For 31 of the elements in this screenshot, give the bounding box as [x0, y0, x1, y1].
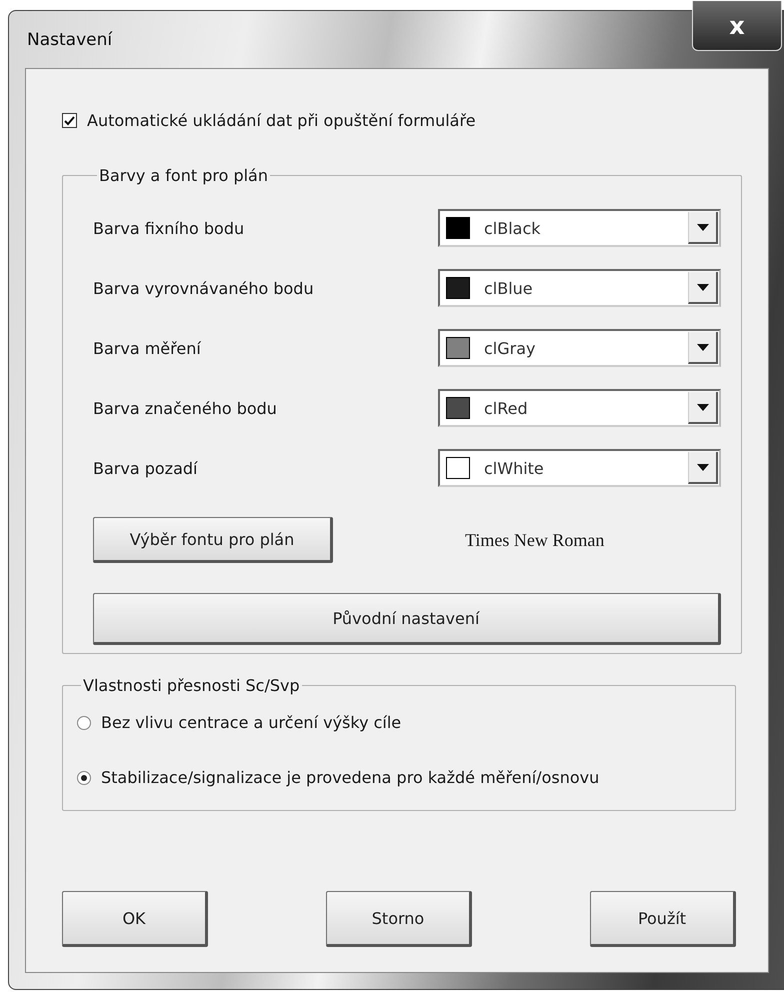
field-label: Barva fixního bodu [93, 218, 244, 238]
color-dropdown[interactable]: clRed [438, 389, 721, 427]
button[interactable]: Storno [326, 891, 472, 947]
group-title: Vlastnosti přesnosti Sc/Svp [82, 676, 301, 695]
button[interactable]: Použít [590, 891, 736, 947]
radio-button[interactable] [77, 770, 91, 784]
dropdown-arrow-icon[interactable] [696, 284, 708, 290]
dropdown-arrow-icon[interactable] [696, 404, 708, 410]
window-title: Nastavení [27, 30, 112, 50]
button[interactable]: OK [62, 891, 208, 947]
field-label: Barva značeného bodu [93, 398, 277, 418]
field-label: Barva měření [93, 338, 201, 358]
dropdown-arrow-icon[interactable] [696, 464, 708, 470]
font-button[interactable]: Výběr fontu pro plán [93, 517, 333, 563]
color-dropdown[interactable]: clBlack [438, 209, 721, 247]
close-button[interactable]: x [692, 1, 782, 51]
group-title: Barvy a font pro plán [98, 166, 269, 185]
radio-label: Bez vlivu centrace a určení výšky cíle [101, 713, 402, 732]
dropdown-arrow-icon[interactable] [696, 344, 708, 350]
radio-button[interactable] [77, 716, 91, 730]
color-dropdown[interactable]: clGray [438, 329, 721, 367]
font-name: Times New Roman [465, 530, 604, 550]
field-label: Barva vyrovnávaného bodu [93, 278, 314, 298]
reset-button[interactable]: Původní nastavení [93, 593, 721, 645]
color-dropdown[interactable]: clWhite [438, 449, 721, 487]
dropdown-arrow-icon[interactable] [696, 224, 708, 230]
field-label: Barva pozadí [93, 458, 198, 478]
checkbox-label: Automatické ukládání dat při opuštění formuláře [87, 111, 476, 130]
color-dropdown[interactable]: clBlue [438, 269, 721, 307]
radio-label: Stabilizace/signalizace je provedena pro každé měření/osnovu [101, 768, 600, 787]
checkbox[interactable] [62, 113, 77, 128]
